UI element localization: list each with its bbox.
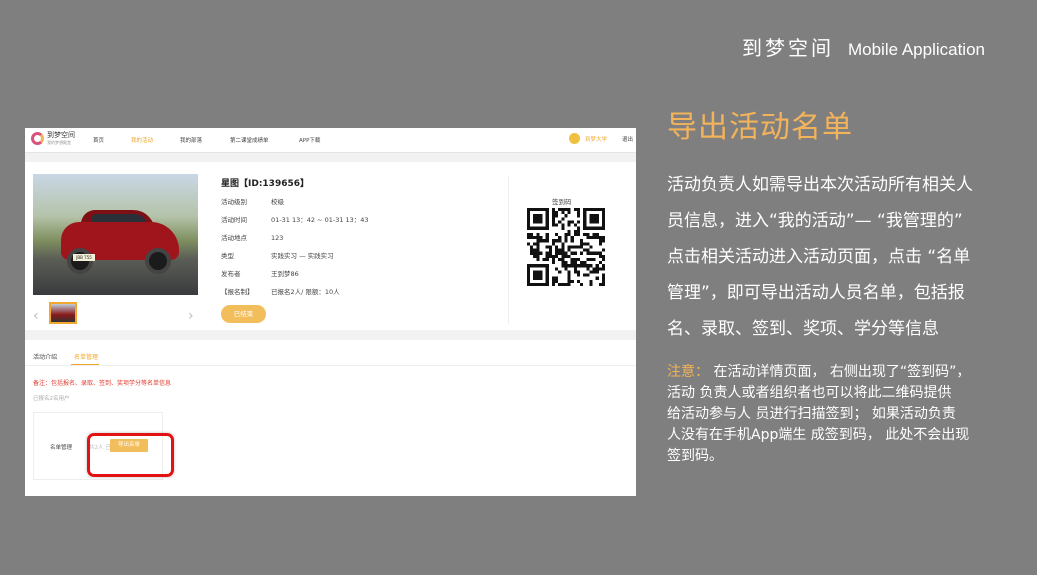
- site-logo-subtitle: 我的梦想殿堂: [47, 140, 71, 145]
- car-wheel-rear: [145, 248, 171, 274]
- qr-code-icon: [527, 208, 605, 286]
- user-name[interactable]: 到梦大学: [585, 135, 607, 143]
- avatar[interactable]: [569, 133, 580, 144]
- field-key: 类型: [221, 252, 234, 260]
- chevron-left-icon[interactable]: ‹: [33, 308, 39, 324]
- activity-title: 星图【ID:139656】: [221, 179, 309, 189]
- list-management-label: 名单管理: [50, 445, 73, 451]
- brand-name-cn: 到梦空间: [741, 36, 834, 60]
- field-location: 活动地点 123: [221, 232, 283, 242]
- highlight-ring: [87, 433, 174, 477]
- note-line: 注意： 在活动详情页面， 右侧出现了“签到码”，: [667, 362, 1029, 383]
- note-label: 注意：: [667, 364, 709, 380]
- registrant-count: 已报名2名用户: [33, 396, 70, 402]
- field-key: 发布者: [221, 270, 241, 278]
- description-line: 活动负责人如需导出本次活动所有相关人: [667, 175, 973, 195]
- activity-detail-card: JBB 755 ‹ › 星图【ID:139656】 活动级别 校级 活动时间 01-…: [25, 162, 636, 330]
- field-value: 校级: [271, 198, 284, 206]
- nav-item-home[interactable]: 首页: [93, 136, 104, 144]
- note-line: 签到码。: [667, 448, 723, 464]
- brand-header: 到梦空间 Mobile Application: [742, 32, 985, 61]
- description-line: 点击相关活动进入活动页面，点击 “名单: [667, 247, 971, 267]
- chevron-right-icon[interactable]: ›: [188, 308, 194, 324]
- list-note: 备注：包括报名、录取、签到、奖项学分等名单信息: [33, 380, 172, 387]
- site-nav-bar: 到梦空间 我的梦想殿堂 首页 我的活动 我的部落 第二课堂成绩单 APP下载 到…: [25, 128, 636, 153]
- field-type: 类型 实践实习 — 实践实习: [221, 250, 334, 260]
- brand-name-en: Mobile Application: [847, 40, 985, 59]
- activity-photo: JBB 755: [33, 174, 198, 295]
- field-key: 活动时间: [221, 216, 247, 224]
- embedded-screenshot: 到梦空间 我的梦想殿堂 首页 我的活动 我的部落 第二课堂成绩单 APP下载 到…: [25, 128, 636, 496]
- field-key: 【报名制】: [221, 288, 254, 296]
- nav-item-my-tribe[interactable]: 我的部落: [180, 136, 202, 144]
- note-line: 人没有在手机App端生 成签到码， 此处不会出现: [667, 427, 970, 443]
- tab-list-management[interactable]: 名单管理: [74, 352, 98, 361]
- note-text: 在活动详情页面， 右侧出现了“签到码”，: [709, 364, 971, 380]
- status-badge[interactable]: 已结束: [221, 305, 266, 323]
- tab-activity-intro[interactable]: 活动介绍: [33, 352, 57, 361]
- qr-label: 签到码: [552, 198, 572, 206]
- field-value: 01-31 13：42 ~ 01-31 13：43: [271, 216, 369, 224]
- field-publisher: 发布者 王到梦86: [221, 268, 299, 278]
- nav-item-my-activities[interactable]: 我的活动: [131, 136, 153, 144]
- field-value: 已报名2人/ 限额：10人: [271, 288, 340, 296]
- note-line: 活动 负责人或者组织者也可以将此二维码提供: [667, 385, 952, 401]
- note-line: 给活动参与人 员进行扫描签到； 如果活动负责: [667, 406, 956, 422]
- photo-thumbnail[interactable]: [49, 302, 77, 324]
- description-line: 管理”，即可导出活动人员名单，包括报: [667, 283, 965, 303]
- description-line: 员信息，进入“我的活动”— “我管理的”: [667, 211, 963, 231]
- section-description: 活动负责人如需导出本次活动所有相关人 员信息，进入“我的活动”— “我管理的” …: [667, 167, 1027, 347]
- section-title: 导出活动名单: [667, 110, 853, 145]
- site-logo-text: 到梦空间: [47, 131, 75, 139]
- divider: [508, 176, 509, 324]
- field-value: 实践实习 — 实践实习: [271, 252, 334, 260]
- field-key: 活动地点: [221, 234, 247, 242]
- license-plate: JBB 755: [73, 254, 95, 261]
- field-key: 活动级别: [221, 198, 247, 206]
- list-management-card: 活动介绍 名单管理 备注：包括报名、录取、签到、奖项学分等名单信息 已报名2名用…: [25, 340, 636, 496]
- field-time: 活动时间 01-31 13：42 ~ 01-31 13：43: [221, 214, 369, 224]
- description-line: 名、录取、签到、奖项、学分等信息: [667, 319, 939, 339]
- section-note: 注意： 在活动详情页面， 右侧出现了“签到码”， 活动 负责人或者组织者也可以将…: [667, 362, 1029, 467]
- field-registration: 【报名制】 已报名2人/ 限额：10人: [221, 286, 340, 296]
- field-value: 王到梦86: [271, 270, 299, 278]
- field-level: 活动级别 校级: [221, 196, 284, 206]
- nav-item-app-download[interactable]: APP下载: [299, 136, 320, 144]
- field-value: 123: [271, 234, 284, 242]
- tab-divider: [25, 365, 636, 366]
- car-wheel-front: [67, 248, 93, 274]
- nav-item-transcript[interactable]: 第二课堂成绩单: [230, 136, 269, 144]
- logout-link[interactable]: 退出: [622, 135, 633, 143]
- site-logo-icon: [31, 132, 44, 145]
